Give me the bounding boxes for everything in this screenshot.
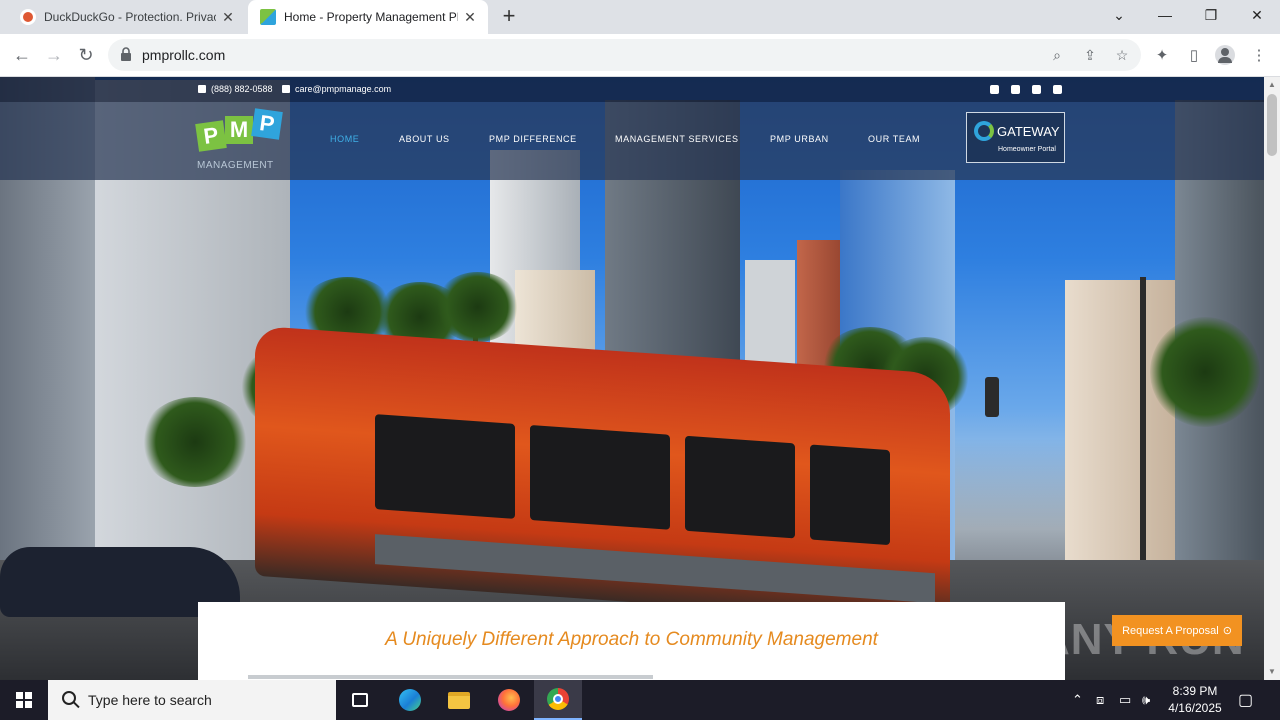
search-icon <box>62 691 76 705</box>
close-tab-icon[interactable]: ✕ <box>458 5 482 29</box>
tagline-heading: A Uniquely Different Approach to Communi… <box>385 629 878 650</box>
facebook-icon[interactable] <box>1032 85 1041 94</box>
intro-card: A Uniquely Different Approach to Communi… <box>198 602 1065 680</box>
edge-app-button[interactable] <box>386 680 434 720</box>
building <box>1065 280 1175 570</box>
twitter-icon[interactable] <box>990 85 999 94</box>
logo-letter-p: P <box>195 120 227 152</box>
logo-letter-m: M <box>225 116 253 144</box>
proposal-label: Request A Proposal <box>1122 624 1219 637</box>
card-image-top <box>248 675 653 679</box>
folder-icon <box>448 691 470 709</box>
palm-tree <box>1150 317 1260 427</box>
nav-about-us[interactable]: ABOUT US <box>399 134 450 144</box>
pmp-favicon-icon <box>260 9 276 25</box>
start-button[interactable] <box>0 680 48 720</box>
logo-wordmark: MANAGEMENT <box>197 160 274 171</box>
tab-strip: DuckDuckGo - Protection. Privacy. ✕ Home… <box>0 0 1280 34</box>
profile-avatar-icon[interactable] <box>1214 44 1236 66</box>
task-view-icon <box>352 693 368 707</box>
nav-pmp-urban[interactable]: PMP URBAN <box>770 134 829 144</box>
nav-pmp-difference[interactable]: PMP DIFFERENCE <box>489 134 577 144</box>
phone-link[interactable]: (888) 882-0588 <box>198 84 273 94</box>
traffic-light <box>985 377 999 417</box>
scroll-up-icon[interactable]: ▲ <box>1267 80 1277 90</box>
windows-logo-icon <box>16 692 32 708</box>
scroll-down-icon[interactable]: ▼ <box>1267 667 1277 677</box>
windows-taskbar: Type here to search ⌃ ⧈ ▭ 🕪 8:39 PM 4/16… <box>0 680 1280 720</box>
url-text: pmprollc.com <box>142 47 226 63</box>
address-bar[interactable]: pmprollc.com ⌕ ⇪ ☆ <box>108 39 1141 71</box>
clock-date: 4/16/2025 <box>1168 701 1222 715</box>
forward-button[interactable]: → <box>39 40 69 70</box>
side-panel-icon[interactable]: ▯ <box>1183 44 1205 66</box>
notifications-icon[interactable]: ▢ <box>1238 690 1253 710</box>
traffic-pole <box>1140 277 1146 607</box>
search-placeholder: Type here to search <box>88 692 212 708</box>
chrome-icon <box>547 688 569 710</box>
nav-our-team[interactable]: OUR TEAM <box>868 134 920 144</box>
tab-title: DuckDuckGo - Protection. Privacy. <box>44 10 216 24</box>
edge-icon <box>399 689 421 711</box>
lock-icon <box>121 47 131 61</box>
tab-duckduckgo[interactable]: DuckDuckGo - Protection. Privacy. ✕ <box>8 0 246 34</box>
page-scrollbar[interactable]: ▲ ▼ <box>1264 77 1280 680</box>
phone-number: (888) 882-0588 <box>211 84 273 94</box>
system-clock[interactable]: 8:39 PM 4/16/2025 <box>1160 683 1230 717</box>
pmp-logo[interactable]: P M P MANAGEMENT <box>195 108 283 172</box>
tab-pmp-home[interactable]: Home - Property Management PMP ✕ <box>248 0 488 34</box>
nav-management-services[interactable]: MANAGEMENT SERVICES <box>615 134 739 144</box>
gateway-logo-icon <box>974 121 994 141</box>
scroll-thumb[interactable] <box>1267 94 1277 156</box>
clock-time: 8:39 PM <box>1172 684 1218 698</box>
bus <box>255 325 950 625</box>
nav-home[interactable]: HOME <box>330 134 359 144</box>
palm-tree <box>435 272 520 342</box>
logo-letter-p: P <box>251 108 283 140</box>
volume-icon[interactable]: 🕪 <box>1142 692 1150 708</box>
new-tab-button[interactable]: + <box>497 5 521 29</box>
web-page: (888) 882-0588 care@pmpmanage.com P M P … <box>0 77 1264 680</box>
gateway-subtitle: Homeowner Portal <box>998 146 1056 153</box>
linkedin-icon[interactable] <box>1053 85 1062 94</box>
instagram-icon[interactable] <box>1011 85 1020 94</box>
reload-button[interactable]: ↻ <box>71 40 101 70</box>
firefox-icon <box>498 689 520 711</box>
file-explorer-button[interactable] <box>435 680 483 720</box>
arrow-circle-icon: ⊙ <box>1222 625 1232 637</box>
restore-button[interactable]: ❐ <box>1188 0 1234 30</box>
email-icon <box>282 85 290 93</box>
bookmark-star-icon[interactable]: ☆ <box>1113 46 1131 64</box>
duckduckgo-favicon-icon <box>20 9 36 25</box>
back-button[interactable]: ← <box>7 40 37 70</box>
taskbar-search-box[interactable]: Type here to search <box>48 680 336 720</box>
gateway-name: GATEWAY <box>997 124 1060 139</box>
extensions-icon[interactable]: ✦ <box>1151 44 1173 66</box>
network-icon[interactable]: ▭ <box>1119 692 1131 708</box>
email-link[interactable]: care@pmpmanage.com <box>282 84 391 94</box>
task-view-button[interactable] <box>336 680 384 720</box>
browser-toolbar: ← → ↻ pmprollc.com ⌕ ⇪ ☆ ✦ ▯ ⋮ <box>0 34 1280 77</box>
network-adapter-icon[interactable]: ⧈ <box>1096 692 1104 708</box>
gateway-portal-button[interactable]: GATEWAY Homeowner Portal <box>966 112 1065 163</box>
menu-kebab-icon[interactable]: ⋮ <box>1248 44 1270 66</box>
close-window-button[interactable]: ✕ <box>1234 0 1280 30</box>
tray-chevron-up-icon[interactable]: ⌃ <box>1072 692 1083 708</box>
minimize-button[interactable]: — <box>1142 0 1188 30</box>
zoom-icon[interactable]: ⌕ <box>1048 46 1066 64</box>
share-icon[interactable]: ⇪ <box>1081 46 1099 64</box>
email-address: care@pmpmanage.com <box>295 84 392 94</box>
contact-bar: (888) 882-0588 care@pmpmanage.com <box>0 77 1264 102</box>
close-tab-icon[interactable]: ✕ <box>216 5 240 29</box>
chrome-app-button[interactable] <box>534 680 582 720</box>
firefox-app-button[interactable] <box>485 680 533 720</box>
request-proposal-button[interactable]: Request A Proposal ⊙ <box>1112 615 1242 646</box>
phone-icon <box>198 85 206 93</box>
tab-title: Home - Property Management PMP <box>284 10 458 24</box>
tab-search-chevron-icon[interactable]: ⌄ <box>1096 0 1142 30</box>
palm-tree <box>140 397 250 487</box>
